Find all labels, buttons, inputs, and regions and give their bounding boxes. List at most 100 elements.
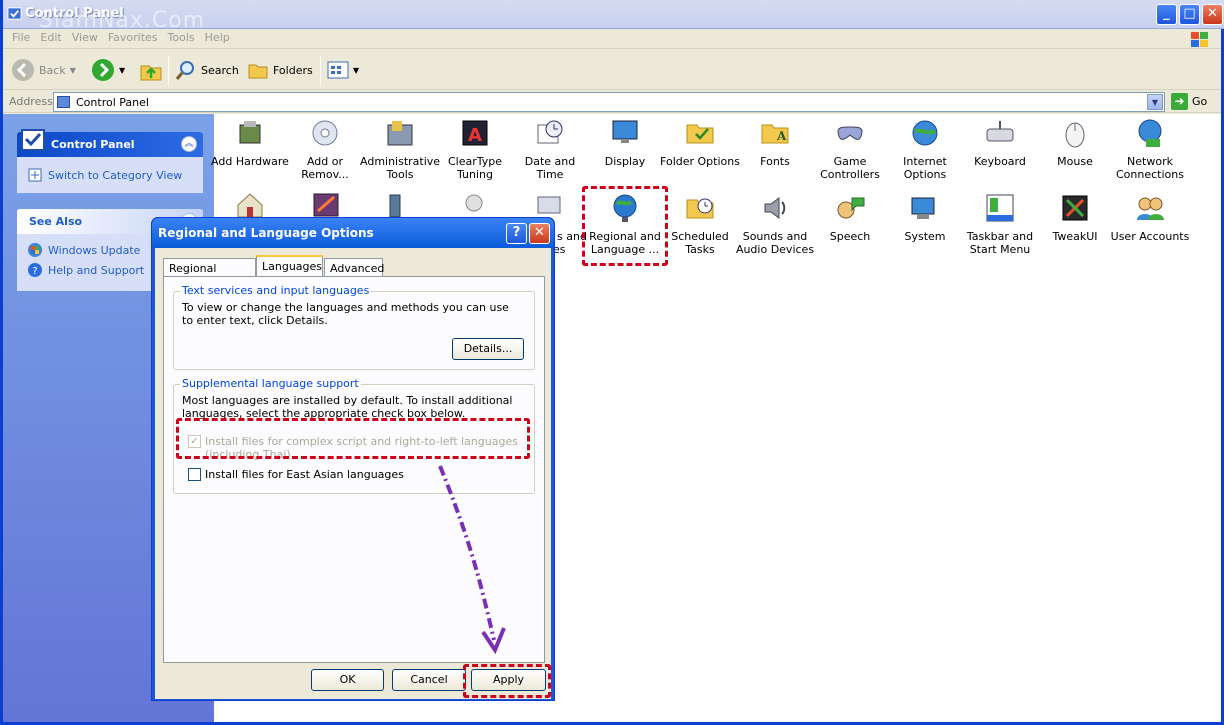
menu-tools[interactable]: Tools <box>163 29 200 46</box>
folders-icon <box>248 64 268 79</box>
text-services-legend: Text services and input languages <box>180 284 372 297</box>
cp-item-user-accounts[interactable]: User Accounts <box>1110 192 1190 243</box>
cp-item-keyboard[interactable]: Keyboard <box>960 117 1040 168</box>
cp-item-display[interactable]: Display <box>585 117 665 168</box>
address-dropdown-icon[interactable]: ▼ <box>1147 94 1163 110</box>
cp-item-cleartype[interactable]: A ClearType Tuning <box>435 117 515 181</box>
checkbox-highlight <box>176 418 530 459</box>
search-label: Search <box>201 63 239 77</box>
regional-highlight <box>582 186 668 266</box>
control-panel-small-icon <box>57 96 70 108</box>
cp-item-taskbar[interactable]: Taskbar and Start Menu <box>960 192 1040 256</box>
minimize-button[interactable]: _ <box>1156 4 1177 25</box>
back-label: Back <box>39 63 66 77</box>
address-input[interactable]: Control Panel ▼ <box>53 92 1165 112</box>
collapse-chevron-icon[interactable]: ︽ <box>181 136 197 152</box>
network-connections-icon <box>1138 119 1162 147</box>
dialog-close-button[interactable]: ✕ <box>529 223 550 244</box>
partial-item-icon-1 <box>237 193 263 218</box>
cp-item-mouse[interactable]: Mouse <box>1035 117 1115 168</box>
text-services-description: To view or change the languages and meth… <box>182 301 509 327</box>
cp-item-administrative-tools[interactable]: Administrative Tools <box>360 117 440 181</box>
cp-item-sounds[interactable]: Sounds and Audio Devices <box>735 192 815 256</box>
cp-item-label: Display <box>604 155 646 168</box>
help-icon: ? <box>28 263 42 277</box>
cp-item-fonts[interactable]: A Fonts <box>735 117 815 168</box>
cp-item-label: Keyboard <box>974 155 1026 168</box>
cp-item-game-controllers[interactable]: Game Controllers <box>810 117 890 181</box>
svg-text:A: A <box>468 125 482 146</box>
east-asian-checkbox[interactable]: Install files for East Asian languages <box>188 468 518 481</box>
fonts-icon: A <box>761 124 789 144</box>
add-hardware-icon <box>239 121 261 144</box>
see-also-title: See Also <box>29 215 83 228</box>
cp-item-label: ClearType Tuning <box>447 155 503 181</box>
cp-item-add-remove-programs[interactable]: Add or Remov... <box>285 117 365 181</box>
partial-item-icon-5 <box>537 196 561 214</box>
close-button[interactable]: ✕ <box>1202 4 1223 25</box>
folders-label: Folders <box>273 63 313 77</box>
cp-item-date-time[interactable]: Date and Time <box>510 117 590 181</box>
forward-button[interactable]: ▼ <box>91 56 125 84</box>
tab-advanced[interactable]: Advanced <box>324 258 384 277</box>
cp-item-label: Sounds and Audio Devices <box>735 230 815 256</box>
menu-view[interactable]: View <box>67 29 103 46</box>
folder-options-icon <box>686 124 714 144</box>
date-time-icon <box>537 120 563 144</box>
partial-item-icon-2 <box>313 193 339 217</box>
cp-item-add-hardware[interactable]: Add Hardware <box>210 117 290 168</box>
back-dropdown-icon[interactable]: ▼ <box>70 66 76 75</box>
cp-item-scheduled-tasks[interactable]: Scheduled Tasks <box>660 192 740 256</box>
tab-languages[interactable]: Languages <box>256 255 323 277</box>
cp-item-tweakui[interactable]: TweakUI <box>1035 192 1115 243</box>
search-button[interactable]: Search <box>175 56 239 84</box>
text-services-group: Text services and input languages To vie… <box>173 284 535 370</box>
control-panel-icon <box>7 7 22 20</box>
cp-item-label: Add Hardware <box>211 155 289 168</box>
taskbar-icon <box>986 194 1014 222</box>
details-button[interactable]: Details... <box>452 338 524 360</box>
ok-button[interactable]: OK <box>311 669 384 691</box>
keyboard-icon <box>986 121 1014 142</box>
tab-regional-options[interactable]: Regional Options <box>163 258 256 288</box>
cp-item-speech[interactable]: Speech <box>810 192 890 243</box>
windows-logo-icon <box>1191 32 1208 47</box>
views-button[interactable]: ▼ <box>327 56 359 84</box>
add-remove-programs-icon <box>312 120 338 146</box>
dialog-title-bar[interactable]: Regional and Language Options ? ✕ <box>152 218 554 248</box>
maximize-button[interactable]: □ <box>1179 4 1200 25</box>
switch-category-view-link[interactable]: Switch to Category View <box>27 165 193 185</box>
menu-edit[interactable]: Edit <box>35 29 66 46</box>
user-accounts-icon <box>1137 197 1164 220</box>
up-folder-icon[interactable] <box>139 58 163 82</box>
cp-item-system[interactable]: System <box>885 192 965 243</box>
title-bar[interactable]: Control Panel SiamNax.Com _ □ ✕ <box>3 0 1224 33</box>
cp-item-folder-options[interactable]: Folder Options <box>660 117 740 168</box>
window-title: Control Panel <box>25 6 124 21</box>
control-panel-big-icon <box>21 129 45 151</box>
menu-file[interactable]: File <box>7 29 35 46</box>
folders-button[interactable]: Folders <box>247 56 313 84</box>
menu-favorites[interactable]: Favorites <box>103 29 163 46</box>
cp-item-network-connections[interactable]: Network Connections <box>1110 117 1190 181</box>
forward-dropdown-icon[interactable]: ▼ <box>119 66 125 75</box>
cp-item-label: Fonts <box>760 155 790 168</box>
cancel-button[interactable]: Cancel <box>392 669 466 691</box>
cp-item-label: Network Connections <box>1116 155 1184 181</box>
dialog-body: Regional Options Languages Advanced Text… <box>155 248 551 699</box>
go-label: Go <box>1192 95 1208 108</box>
address-label: Address <box>9 95 53 108</box>
administrative-tools-icon <box>387 121 413 146</box>
menu-help[interactable]: Help <box>200 29 235 46</box>
go-arrow-icon: ➜ <box>1171 93 1188 110</box>
partial-item-icon-4 <box>465 194 483 212</box>
windows-update-label: Windows Update <box>48 243 141 257</box>
go-button[interactable]: ➜ Go <box>1171 93 1207 110</box>
tweakui-icon <box>1062 195 1088 221</box>
back-button[interactable]: Back ▼ <box>11 56 76 84</box>
dialog-help-button[interactable]: ? <box>506 223 527 244</box>
address-bar: Address Control Panel ▼ ➜ Go <box>3 91 1221 113</box>
cp-item-internet-options[interactable]: Internet Options <box>885 117 965 181</box>
display-icon <box>612 120 638 143</box>
supplemental-description: Most languages are installed by default.… <box>182 394 513 420</box>
